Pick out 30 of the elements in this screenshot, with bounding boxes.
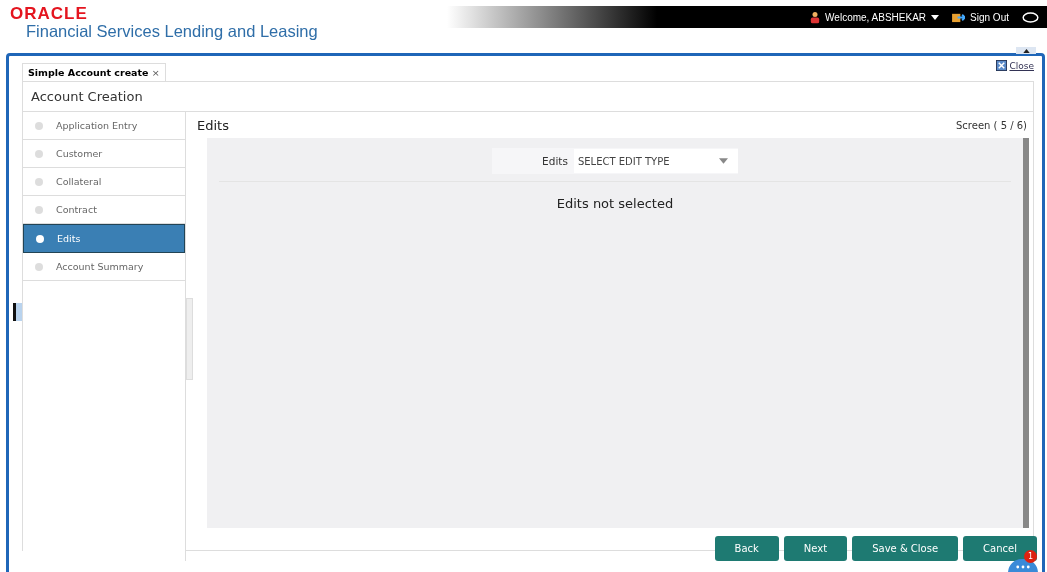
save-close-button[interactable]: Save & Close [852, 536, 959, 561]
step-item[interactable]: Collateral [23, 168, 185, 196]
sidebar-toggle[interactable] [13, 303, 22, 321]
brand-logo: ORACLE [10, 7, 89, 21]
step-item[interactable]: Customer [23, 140, 185, 168]
close-icon [996, 60, 1008, 71]
close-link[interactable]: Close [1009, 60, 1034, 71]
field-label: Edits [542, 155, 568, 167]
step-item[interactable]: Edits [23, 224, 185, 253]
screen-counter: Screen ( 5 / 6) [956, 119, 1027, 131]
dropdown-icon [718, 158, 728, 164]
oval-icon [1022, 11, 1039, 23]
sign-out-link[interactable]: Sign Out [970, 11, 1009, 23]
next-button[interactable]: Next [783, 536, 848, 561]
sign-out-icon [952, 11, 966, 23]
tab[interactable]: Simple Account create × [22, 63, 166, 81]
caret-icon [931, 14, 940, 20]
step-item[interactable]: Application Entry [23, 112, 185, 140]
close-tab-icon[interactable]: × [151, 67, 160, 78]
dots-icon [1016, 565, 1030, 569]
splitter-handle[interactable] [186, 298, 193, 380]
section-title: Edits [197, 117, 229, 133]
edit-type-select[interactable]: SELECT EDIT TYPE [573, 149, 738, 173]
back-button[interactable]: Back [714, 536, 779, 561]
step-item[interactable]: Account Summary [23, 253, 185, 281]
welcome-menu[interactable]: Welcome, ABSHEKAR [825, 11, 927, 23]
collapse-handle[interactable] [1016, 47, 1036, 54]
product-name: Financial Services Lending and Leasing [26, 21, 318, 41]
user-icon [810, 10, 821, 24]
empty-message: Edits not selected [555, 196, 675, 211]
